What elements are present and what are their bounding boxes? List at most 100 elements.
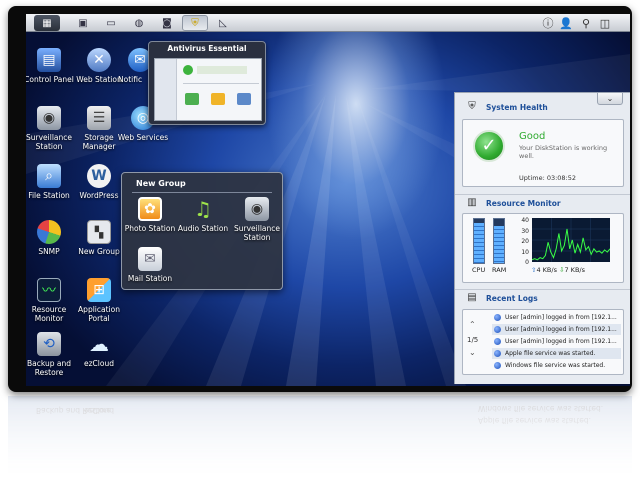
system-health-header: ⛨ System Health xyxy=(455,99,630,115)
ram-usage-bar xyxy=(493,218,505,264)
screen-reflection: Backup and Restore ezCloud Windows file … xyxy=(8,396,632,486)
surveillance-station-icon: ◉ xyxy=(245,197,269,221)
folder-icon xyxy=(211,93,225,105)
windows-icon[interactable]: ◫ xyxy=(597,15,613,31)
control-panel-icon: ▣ xyxy=(78,17,88,29)
grid-icon: ▦ xyxy=(42,17,52,29)
log-row[interactable]: User [admin] logged in from [192.1... xyxy=(492,312,621,323)
info-icon xyxy=(494,314,501,321)
widget-panel: ⌄ ⛨ System Health ✓ Good Your DiskStatio… xyxy=(454,92,630,384)
backup-restore-icon: ⟲ xyxy=(37,332,61,356)
group-item-audio-station[interactable]: ♫ Audio Station xyxy=(177,197,229,233)
chevron-up-icon[interactable]: ⌃ xyxy=(469,320,476,329)
search-icon[interactable]: ⚲ xyxy=(578,15,594,31)
taskbar-window-preview[interactable]: Antivirus Essential xyxy=(148,41,266,125)
network-chart xyxy=(532,218,610,262)
document-icon: ◺ xyxy=(219,17,227,29)
taskbar-app-button[interactable]: ◍ xyxy=(126,15,152,31)
surveillance-station-icon: ◉ xyxy=(37,106,61,130)
axis-tick: 30 xyxy=(521,227,529,235)
taskbar-app-button[interactable]: ▣ xyxy=(70,15,96,31)
group-item-mail-station[interactable]: ✉ Mail Station xyxy=(124,247,176,283)
photo-station-icon: ✿ xyxy=(138,197,162,221)
cpu-label: CPU xyxy=(472,266,486,274)
info-icon xyxy=(494,350,501,357)
taskbar: ▦ ▣ ▭ ◍ ◙ ⛨ ◺ ⓘ 👤 ⚲ ◫ xyxy=(26,14,630,32)
bar-chart-icon: ▥ xyxy=(467,197,477,208)
preview-title: Antivirus Essential xyxy=(167,44,247,53)
taskbar-antivirus-button[interactable]: ⛨ xyxy=(182,15,208,31)
file-station-icon: ⌕ xyxy=(37,164,61,188)
shield-icon: ⛨ xyxy=(468,101,476,112)
info-icon xyxy=(494,326,501,333)
log-row[interactable]: User [admin] logged in from [192.1... xyxy=(492,336,621,347)
resource-monitor-box: CPU RAM 40 30 20 10 0 ⇧4 KB/s ⇩7 KB/s xyxy=(462,213,624,283)
desktop-icon-new-group[interactable]: ▚ New Group xyxy=(70,220,128,256)
log-row[interactable]: Apple file service was started. xyxy=(492,348,621,359)
audio-station-icon: ♫ xyxy=(194,197,212,221)
ram-label: RAM xyxy=(492,266,507,274)
health-message: Your DiskStation is working well. xyxy=(519,144,608,160)
desktop-icon-ezcloud[interactable]: ☁ ezCloud xyxy=(70,332,128,368)
axis-tick: 40 xyxy=(521,217,529,224)
globe-icon: ◍ xyxy=(134,17,144,29)
control-panel-icon: ▤ xyxy=(37,48,61,72)
chevron-down-icon[interactable]: ⌄ xyxy=(469,348,476,357)
reflection-label: Windows file service was started. xyxy=(478,404,604,413)
mail-station-icon: ✉ xyxy=(138,247,162,271)
settings-icon xyxy=(237,93,251,105)
notification-icon: ✉ xyxy=(128,48,150,72)
taskbar-app-button[interactable]: ◙ xyxy=(154,15,180,31)
desktop-icon-notification[interactable]: ✉ Notific xyxy=(114,48,150,84)
upload-speed: 4 KB/s xyxy=(536,266,557,274)
health-status: Good xyxy=(519,131,546,142)
new-group-icon: ▚ xyxy=(87,220,111,244)
reflection-label: ezCloud xyxy=(84,406,114,415)
axis-tick: 20 xyxy=(521,238,529,245)
web-station-icon: ✕ xyxy=(87,48,111,72)
taskbar-app-button[interactable]: ◺ xyxy=(210,15,236,31)
check-icon xyxy=(183,65,193,75)
recent-logs-box: ⌃ 1/5 ⌄ User [admin] logged in from [192… xyxy=(462,309,624,375)
cpu-usage-bar xyxy=(473,218,485,264)
resource-monitor-header: ▥ Resource Monitor xyxy=(455,194,630,210)
antivirus-icon: ⛨ xyxy=(191,17,199,29)
snmp-icon xyxy=(37,220,61,244)
wordpress-icon: W xyxy=(87,164,111,188)
log-row[interactable]: Windows file service was started. xyxy=(492,360,621,371)
resource-monitor-icon: 〰 xyxy=(37,278,61,302)
storage-manager-icon: ☰ xyxy=(87,106,111,130)
desktop: ▦ ▣ ▭ ◍ ◙ ⛨ ◺ ⓘ 👤 ⚲ ◫ ▤ Control Panel ✕ … xyxy=(26,14,630,386)
network-axis: 40 30 20 10 0 xyxy=(519,216,529,269)
main-menu-button[interactable]: ▦ xyxy=(34,15,60,31)
user-icon[interactable]: 👤 xyxy=(558,15,574,31)
check-icon: ✓ xyxy=(473,130,505,162)
desktop-icon-wordpress[interactable]: W WordPress xyxy=(70,164,128,200)
group-title: New Group xyxy=(136,179,186,188)
desktop-icon-application-portal[interactable]: ⊞ Application Portal xyxy=(70,278,128,323)
recent-logs-header: ▤ Recent Logs xyxy=(455,289,630,305)
logs-page: 1/5 xyxy=(467,336,479,344)
group-item-photo-station[interactable]: ✿ Photo Station xyxy=(124,197,176,233)
system-health-box: ✓ Good Your DiskStation is working well.… xyxy=(462,119,624,187)
search-window-icon: ◙ xyxy=(162,17,172,29)
info-icon xyxy=(494,338,501,345)
scan-icon xyxy=(185,93,199,105)
info-icon[interactable]: ⓘ xyxy=(540,15,556,31)
uptime-text: Uptime: 03:08:52 xyxy=(519,174,577,182)
application-portal-icon: ⊞ xyxy=(87,278,111,302)
reflection-label: Apple file service was started. xyxy=(478,416,592,425)
log-row[interactable]: User [admin] logged in from [192.1... xyxy=(492,324,621,335)
group-item-surveillance-station[interactable]: ◉ Surveillance Station xyxy=(228,197,286,242)
info-icon xyxy=(494,362,501,369)
axis-tick: 0 xyxy=(525,259,529,266)
log-document-icon: ▤ xyxy=(467,292,477,303)
preview-thumbnail xyxy=(154,58,262,121)
axis-tick: 10 xyxy=(521,248,529,256)
taskbar-app-button[interactable]: ▭ xyxy=(98,15,124,31)
network-speed: ⇧4 KB/s ⇩7 KB/s xyxy=(531,266,585,274)
ezcloud-icon: ☁ xyxy=(89,332,109,356)
monitor-icon: ▭ xyxy=(106,17,116,29)
new-group-popup: New Group ✿ Photo Station ♫ Audio Statio… xyxy=(121,172,283,290)
divider xyxy=(132,192,272,193)
